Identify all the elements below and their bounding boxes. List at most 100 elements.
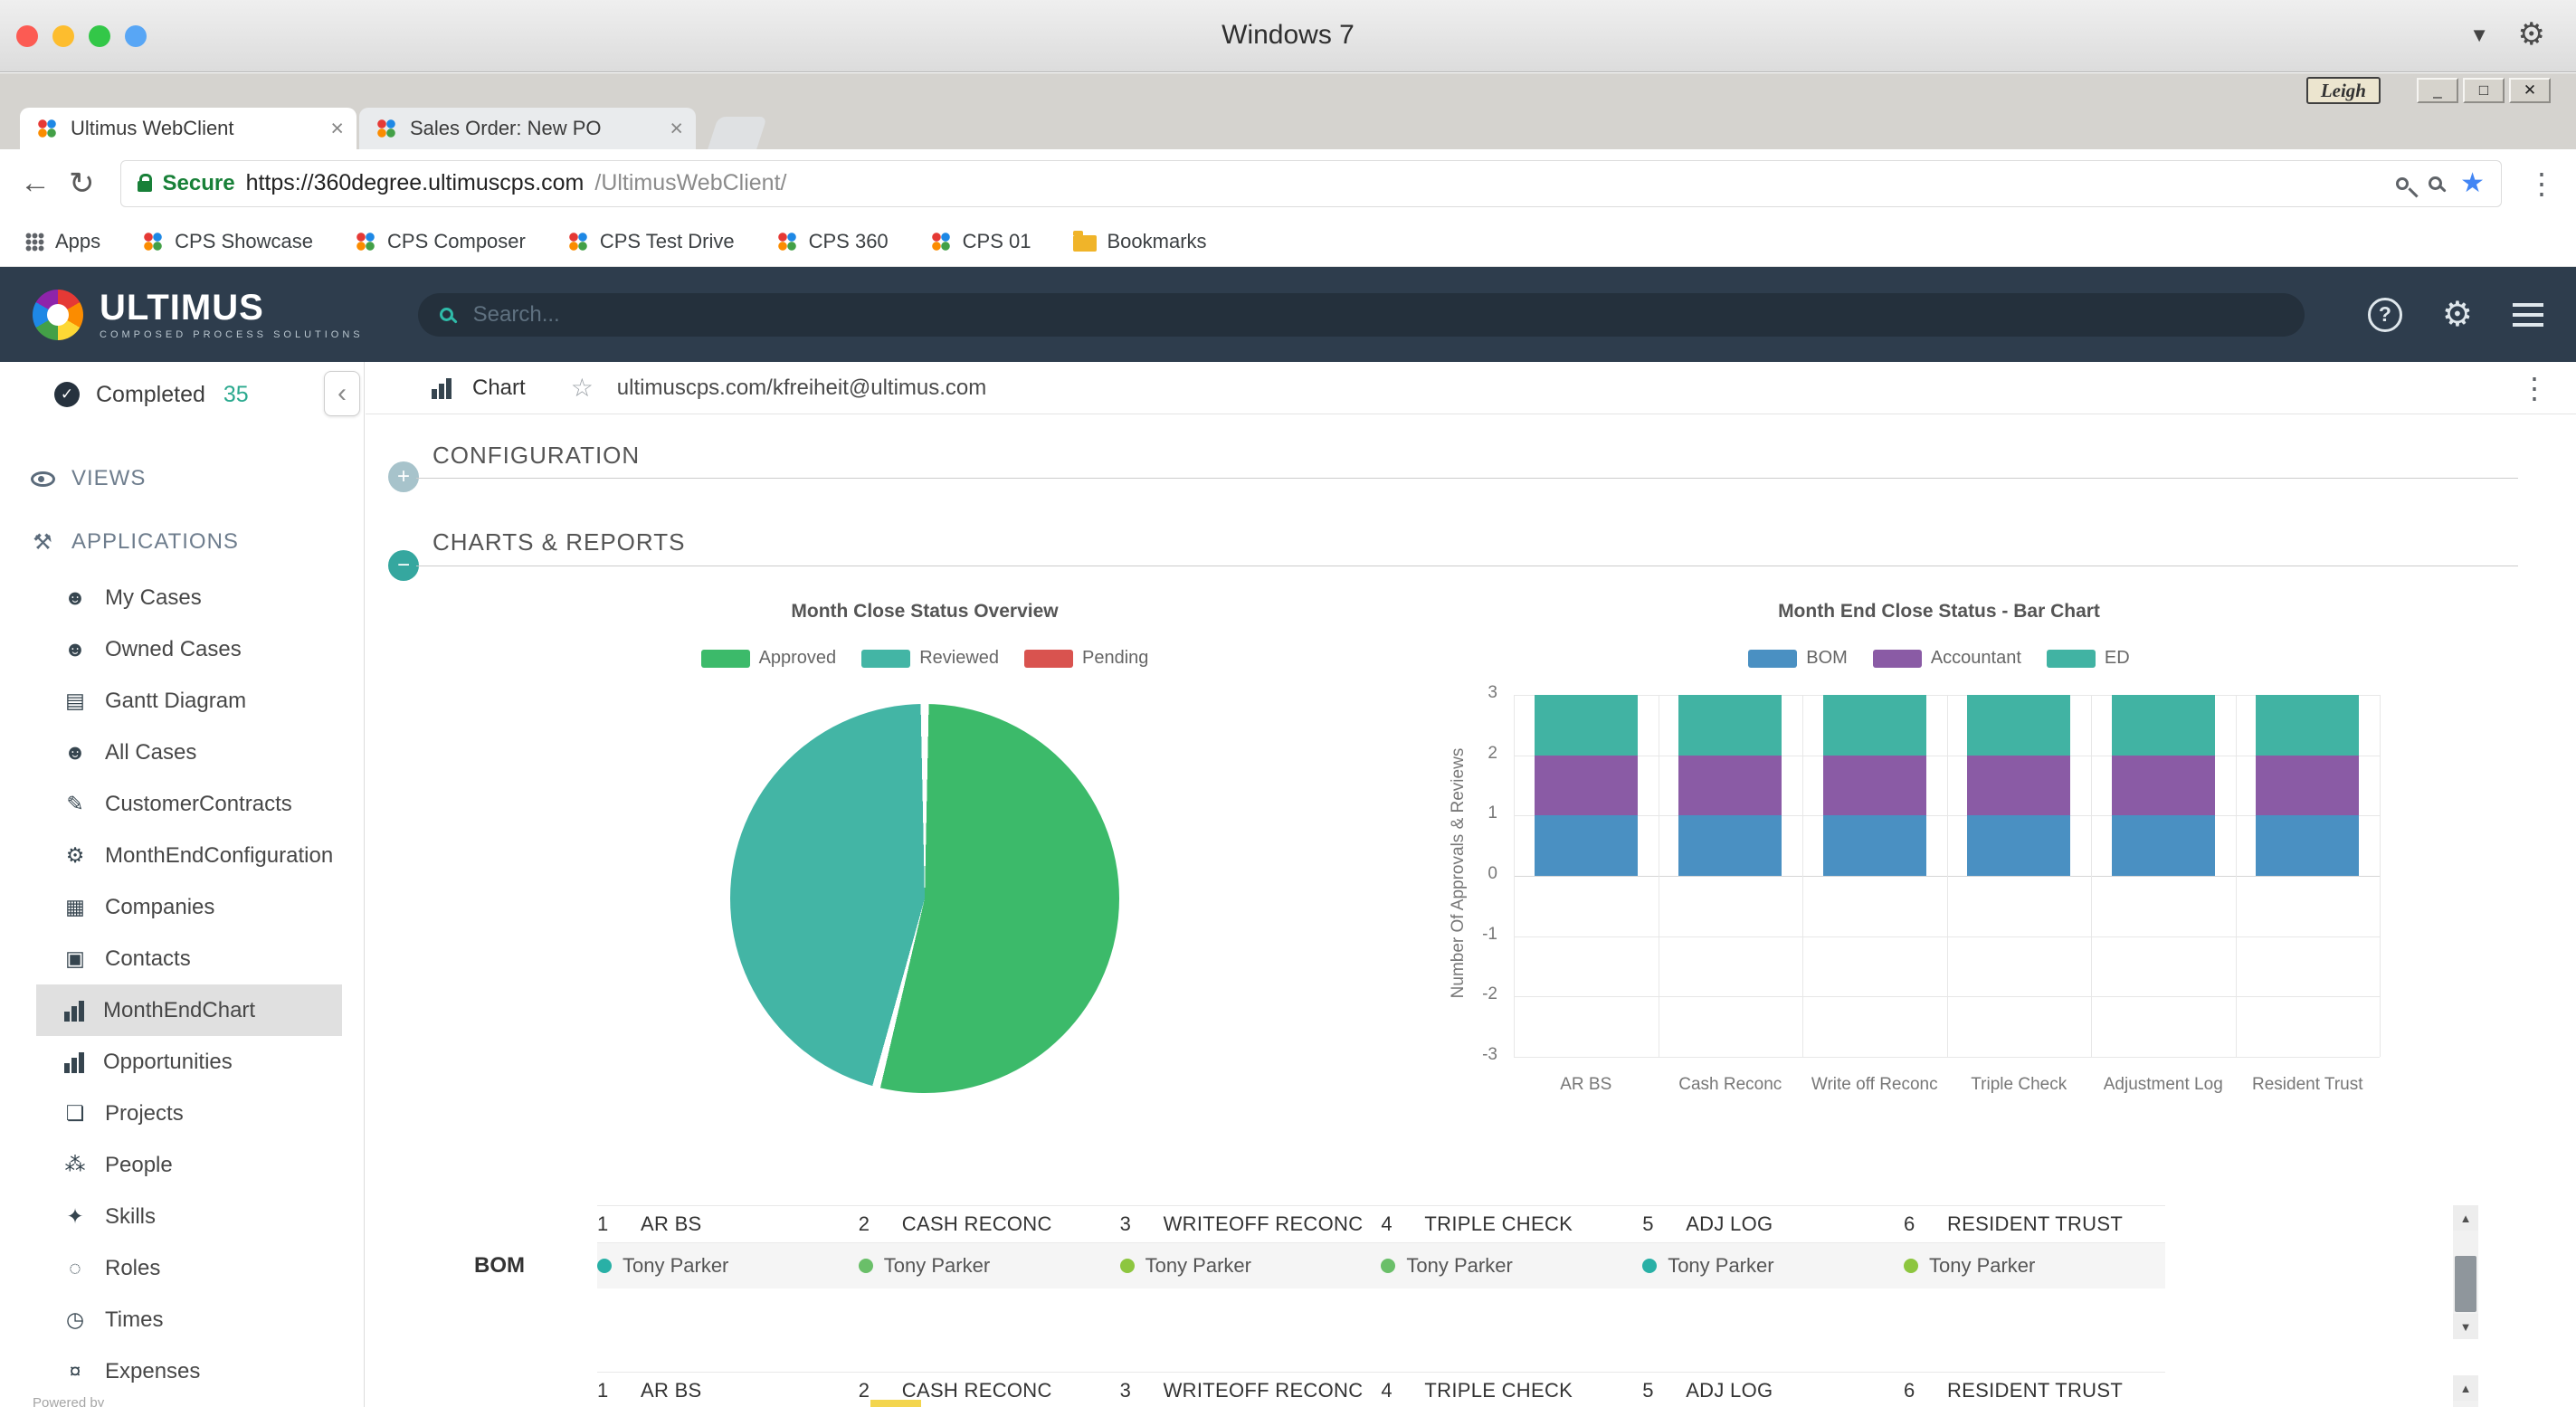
help-icon[interactable]: ? xyxy=(2368,298,2402,332)
sidebar-item-gantt-diagram[interactable]: ▤Gantt Diagram xyxy=(36,675,342,727)
sidebar-item-customercontracts[interactable]: ✎CustomerContracts xyxy=(36,778,342,830)
grid-cell: Tony Parker xyxy=(1642,1254,1904,1278)
zoom-icon[interactable] xyxy=(2429,176,2442,190)
chevron-down-icon[interactable]: ▼ xyxy=(2469,24,2489,47)
favorite-star-icon[interactable]: ☆ xyxy=(571,373,594,403)
column-number: 4 xyxy=(1381,1212,1424,1236)
sidebar-item-roles[interactable]: ◌Roles xyxy=(36,1242,342,1294)
sidebar-item-my-cases[interactable]: ☻My Cases xyxy=(36,572,342,623)
new-tab-button[interactable] xyxy=(708,117,767,149)
bookmark-item[interactable]: CPS Composer xyxy=(355,230,526,253)
tab-close-icon[interactable]: × xyxy=(670,116,683,142)
column-label: TRIPLE CHECK xyxy=(1424,1379,1573,1402)
grid-line xyxy=(1514,695,1515,1057)
settings-gear-icon[interactable]: ⚙ xyxy=(2442,298,2473,332)
bookmark-item[interactable]: CPS Showcase xyxy=(142,230,313,253)
sidebar-collapse-button[interactable]: ‹ xyxy=(324,371,360,416)
scrollbar-thumb[interactable] xyxy=(2455,1256,2476,1312)
applications-icon: ⚒ xyxy=(31,529,55,556)
sidebar-item-monthendchart[interactable]: MonthEndChart xyxy=(36,984,342,1036)
legend-item[interactable]: Approved xyxy=(701,648,837,669)
sidebar-item-all-cases[interactable]: ☻All Cases xyxy=(36,727,342,778)
scrollbar-up-button[interactable]: ▲ xyxy=(2453,1375,2478,1401)
restore-button[interactable]: □ xyxy=(2463,78,2505,103)
legend-item[interactable]: ED xyxy=(2047,648,2130,669)
grid-header-cell: 1AR BS xyxy=(597,1212,859,1236)
global-search[interactable] xyxy=(418,293,2305,337)
trend-chart-icon xyxy=(62,1051,87,1073)
bookmark-label: Apps xyxy=(55,230,100,253)
bookmark-item[interactable]: CPS Test Drive xyxy=(567,230,735,253)
search-input[interactable] xyxy=(471,301,2283,328)
sidebar-item-people[interactable]: ⁂People xyxy=(36,1139,342,1191)
expand-configuration-button[interactable]: + xyxy=(388,461,419,492)
contact-card-icon: ▣ xyxy=(62,946,89,971)
sidebar-section-applications[interactable]: ⚒ APPLICATIONS xyxy=(0,521,364,563)
bookmarks-bar: Apps CPS Showcase CPS Composer CPS Test Dri… xyxy=(0,217,2576,267)
gear-icon[interactable]: ⚙ xyxy=(2518,16,2545,52)
sidebar-item-projects[interactable]: ❏Projects xyxy=(36,1088,342,1139)
collapse-charts-button[interactable]: − xyxy=(388,550,419,581)
bar-segment xyxy=(2256,695,2359,756)
minimize-button[interactable]: _ xyxy=(2417,78,2458,103)
grid-header-cell: 3WRITEOFF RECONC xyxy=(1120,1379,1382,1402)
back-icon[interactable]: ← xyxy=(20,166,51,201)
column-label: RESIDENT TRUST xyxy=(1947,1379,2123,1402)
sidebar-item-completed[interactable]: ✓ Completed 35 ‹ xyxy=(0,362,364,427)
bookmark-star-icon[interactable]: ★ xyxy=(2460,167,2485,199)
bar-segment xyxy=(1967,695,2070,756)
sidebar-item-times[interactable]: ◷Times xyxy=(36,1294,342,1345)
scrollbar-up-button[interactable]: ▲ xyxy=(2453,1205,2478,1231)
legend-item[interactable]: BOM xyxy=(1748,648,1848,669)
sidebar-item-label: My Cases xyxy=(105,585,202,611)
completed-count: 35 xyxy=(223,382,249,408)
sidebar-item-opportunities[interactable]: Opportunities xyxy=(36,1036,342,1088)
bar-segment xyxy=(1678,815,1782,876)
sidebar-item-owned-cases[interactable]: ☻Owned Cases xyxy=(36,623,342,675)
sidebar-item-contacts[interactable]: ▣Contacts xyxy=(36,933,342,984)
bookmark-item[interactable]: CPS 360 xyxy=(776,230,889,253)
sidebar-item-skills[interactable]: ✦Skills xyxy=(36,1191,342,1242)
y-tick-label: 2 xyxy=(1445,744,1497,764)
pie-chart[interactable] xyxy=(730,704,1119,1093)
bar-segment xyxy=(2256,815,2359,876)
grid-line xyxy=(1802,695,1803,1057)
scrollbar-down-button[interactable]: ▼ xyxy=(2453,1314,2478,1339)
sidebar-item-label: CustomerContracts xyxy=(105,792,292,817)
refresh-icon[interactable]: ↻ xyxy=(69,166,95,202)
tab-close-icon[interactable]: × xyxy=(330,116,344,142)
menu-list-icon[interactable] xyxy=(2513,303,2543,327)
page-menu-icon[interactable]: ⋮ xyxy=(2520,371,2549,405)
completed-label: Completed xyxy=(96,382,205,408)
status-dot-icon xyxy=(1642,1259,1657,1273)
status-dot-icon xyxy=(1120,1259,1135,1273)
bar-plot[interactable]: 3210-1-2-3AR BSCash ReconcWrite off Reco… xyxy=(1514,695,2380,1057)
site-favicon-icon xyxy=(930,231,952,252)
password-key-icon[interactable] xyxy=(2393,175,2411,193)
sidebar-item-expenses[interactable]: ¤Expenses xyxy=(36,1345,342,1397)
sidebar-section-views[interactable]: VIEWS xyxy=(0,458,364,499)
ultimus-logo-icon[interactable] xyxy=(33,290,83,340)
sidebar-item-label: Times xyxy=(105,1307,163,1333)
browser-menu-icon[interactable]: ⋮ xyxy=(2527,166,2556,201)
tab-favicon-icon xyxy=(375,118,397,139)
site-favicon-icon xyxy=(142,231,164,252)
search-icon xyxy=(440,308,453,321)
sidebar-item-companies[interactable]: ▦Companies xyxy=(36,881,342,933)
bookmark-item[interactable]: Apps xyxy=(25,230,100,253)
address-bar[interactable]: Secure https://360degree.ultimuscps.com … xyxy=(120,160,2503,207)
bookmark-item[interactable]: Bookmarks xyxy=(1073,230,1207,253)
close-button[interactable]: ✕ xyxy=(2509,78,2551,103)
legend-item[interactable]: Accountant xyxy=(1873,648,2021,669)
browser-tab[interactable]: Sales Order: New PO× xyxy=(359,108,696,149)
browser-tab[interactable]: Ultimus WebClient× xyxy=(20,108,356,149)
user-tag: Leigh xyxy=(2306,77,2381,104)
legend-item[interactable]: Reviewed xyxy=(861,648,999,669)
legend-swatch xyxy=(1024,650,1073,668)
legend-item[interactable]: Pending xyxy=(1024,648,1148,669)
assignee-name: Tony Parker xyxy=(1668,1254,1773,1278)
sidebar-item-monthendconfiguration[interactable]: ⚙MonthEndConfiguration xyxy=(36,830,342,881)
bar-segment xyxy=(1535,695,1638,756)
bookmark-item[interactable]: CPS 01 xyxy=(930,230,1031,253)
logo-title: ULTIMUS xyxy=(100,290,364,326)
